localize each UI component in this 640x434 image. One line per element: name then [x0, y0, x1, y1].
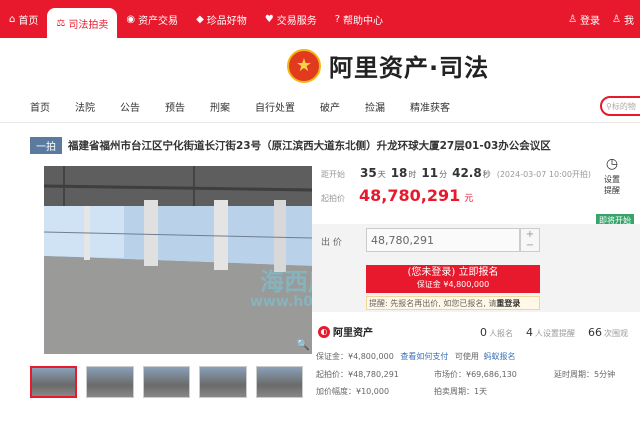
auction-title-bar: 一拍 福建省福州市台江区宁化街道长汀街23号（原江滨西大道东北侧）升龙环球大厦2… — [30, 136, 640, 154]
main-nav-notice[interactable]: 公告 — [120, 99, 140, 114]
thumbnail[interactable] — [142, 366, 191, 398]
thumbnail[interactable] — [255, 366, 303, 398]
main-nav-home[interactable]: 首页 — [30, 99, 50, 114]
heart-icon: ♥ — [264, 13, 274, 25]
top-nav-item-judicial-auction[interactable]: ⚖ 司法拍卖 — [47, 8, 118, 38]
login-link[interactable]: ♙ 登录 — [562, 0, 606, 38]
login-notice: 提醒: 先报名再出价, 如您已报名, 请重登录 — [366, 296, 540, 310]
top-nav-right: ♙ 登录 ♙ 我 — [562, 0, 640, 38]
minus-icon[interactable]: − — [521, 240, 539, 251]
top-nav-item-home[interactable]: ⌂ 首页 — [0, 0, 47, 38]
countdown-label: 距开始 — [321, 170, 345, 179]
logo-text: 阿里资产·司法 — [329, 54, 490, 82]
user-icon: ♙ — [568, 13, 578, 25]
zoom-icon[interactable]: 🔍 — [296, 338, 310, 352]
currency-unit: 元 — [464, 194, 474, 204]
thumbnail[interactable] — [30, 366, 78, 398]
bid-stepper[interactable]: + − — [520, 228, 540, 252]
main-nav-criminal[interactable]: 刑案 — [210, 99, 230, 114]
ali-logo-icon: ◐ — [318, 325, 330, 338]
relogin-link[interactable]: 重登录 — [496, 299, 520, 308]
countdown-days: 35 — [360, 166, 377, 180]
ant-signup-link[interactable]: 蚂蚁报名 — [483, 352, 515, 361]
view-count: 66 次围观 — [588, 326, 628, 339]
site-logo[interactable]: ★ 阿里资产·司法 — [287, 48, 489, 83]
increment-detail: 加价幅度：¥10,000 — [316, 387, 390, 396]
user-icon: ♙ — [612, 13, 621, 25]
photo-thumbnails — [30, 366, 312, 404]
main-property-photo[interactable] — [44, 166, 312, 354]
top-nav-item-help[interactable]: ? 帮助中心 — [326, 0, 392, 38]
asset-icon: ◉ — [126, 13, 136, 25]
auction-round-badge: 一拍 — [30, 136, 62, 154]
main-nav-preview[interactable]: 预告 — [165, 99, 185, 114]
set-reminder-button[interactable]: ◷ 设置 提醒 — [592, 156, 632, 196]
thumbnail[interactable] — [199, 366, 247, 398]
main-nav-precise-customers[interactable]: 精准获客 — [410, 99, 450, 114]
thumbnail[interactable] — [86, 366, 134, 398]
start-price-detail: 起拍价：¥48,780,291 — [316, 370, 399, 379]
main-nav-court[interactable]: 法院 — [75, 99, 95, 114]
plus-icon[interactable]: + — [521, 229, 539, 240]
home-icon: ⌂ — [9, 13, 16, 25]
ali-asset-brand: ◐ 阿里资产 — [318, 324, 373, 339]
auction-period-detail: 拍卖周期：1天 — [434, 387, 488, 396]
start-time: (2024-03-07 10:00开拍) — [496, 170, 592, 179]
countdown-minutes: 11 — [421, 166, 439, 180]
signup-button[interactable]: (您未登录) 立即报名 保证金 ¥4,800,000 — [366, 265, 540, 293]
market-price-detail: 市场价：¥69,686,130 — [434, 370, 517, 379]
auction-title: 福建省福州市台江区宁化街道长汀街23号（原江滨西大道东北侧）升龙环球大厦27层0… — [68, 139, 551, 152]
start-price: 48,780,291 — [359, 186, 461, 205]
top-nav-item-asset-trade[interactable]: ◉ 资产交易 — [117, 0, 187, 38]
deposit-row: 保证金：¥4,800,000 查看如何支付 可使用 蚂蚁报名 — [316, 352, 516, 361]
divider — [0, 122, 640, 123]
main-nav-bargain[interactable]: 捡漏 — [365, 99, 385, 114]
delay-period-detail: 延时周期：5分钟 — [554, 370, 616, 379]
reminder-count: 4 人设置提醒 — [526, 326, 575, 339]
clock-icon: ◷ — [605, 156, 619, 172]
how-to-pay-link[interactable]: 查看如何支付 — [400, 352, 448, 361]
gavel-icon: ⚖ — [56, 17, 66, 29]
main-nav: 首页 法院 公告 预告 刑案 自行处置 破产 捡漏 精准获客 — [0, 92, 640, 120]
office-interior-image — [44, 166, 312, 354]
search-input[interactable]: ⚲ 标的物 — [600, 96, 640, 116]
start-price-label: 起拍价 — [321, 194, 345, 203]
countdown-hours: 18 — [390, 166, 408, 180]
top-nav-bar: ⌂ 首页 ⚖ 司法拍卖 ◉ 资产交易 ◆ 珍品好物 ♥ 交易服务 ? 帮助中心 ♙ 登录 ♙ 我 — [0, 0, 640, 38]
gem-icon: ◆ — [196, 13, 204, 25]
top-nav: ⌂ 首页 ⚖ 司法拍卖 ◉ 资产交易 ◆ 珍品好物 ♥ 交易服务 ? 帮助中心 — [0, 0, 392, 38]
start-price-row: 起拍价 48,780,291 元 — [321, 186, 473, 205]
my-account-link[interactable]: ♙ 我 — [606, 0, 640, 38]
top-nav-item-trade-service[interactable]: ♥ 交易服务 — [256, 0, 326, 38]
countdown-seconds: 42.8 — [452, 166, 482, 180]
signup-count: 0 人报名 — [480, 326, 513, 339]
bid-label: 出 价 — [321, 238, 342, 248]
top-nav-item-treasures[interactable]: ◆ 珍品好物 — [187, 0, 256, 38]
main-nav-self-disposal[interactable]: 自行处置 — [255, 99, 295, 114]
main-nav-bankruptcy[interactable]: 破产 — [320, 99, 340, 114]
court-emblem-icon: ★ — [287, 48, 321, 83]
help-icon: ? — [334, 13, 341, 25]
bid-input[interactable]: 48,780,291 — [366, 228, 520, 252]
